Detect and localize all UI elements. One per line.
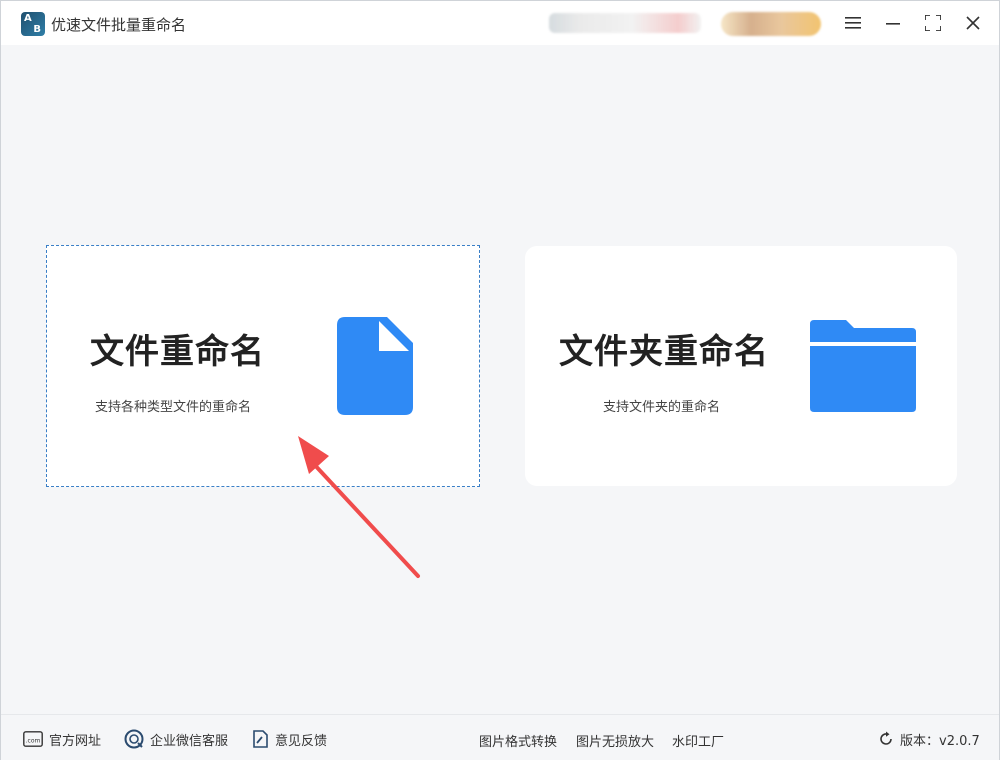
folder-rename-desc: 支持文件夹的重命名	[603, 400, 721, 415]
wechat-service-label: 企业微信客服	[150, 733, 229, 749]
website-icon: .com	[23, 731, 43, 747]
file-icon	[337, 317, 413, 415]
svg-text:.com: .com	[26, 738, 41, 745]
file-rename-desc: 支持各种类型文件的重命名	[95, 400, 252, 415]
logo-letter-b: B	[33, 24, 41, 35]
version-label: 版本：v2.0.7	[900, 733, 980, 749]
feedback-icon	[251, 730, 269, 748]
footer-link-watermark[interactable]: 水印工厂	[672, 731, 724, 750]
official-website-link[interactable]: .com 官方网址	[23, 729, 101, 749]
folder-icon	[810, 320, 916, 412]
app-logo-icon: A B	[21, 12, 45, 36]
footer-bar: .com 官方网址 企业微信客服 意见反馈 图片格式转换 图片无损放大 水印工厂…	[1, 714, 999, 760]
file-rename-title: 文件重命名	[90, 332, 265, 372]
user-account-area[interactable]	[549, 13, 701, 33]
folder-rename-card[interactable]: 文件夹重命名 支持文件夹的重命名	[525, 246, 957, 486]
refresh-icon	[878, 731, 894, 747]
app-window: A B 优速文件批量重命名 文件重命名 支持各种类型文件的重命名 文件夹重命名 …	[0, 0, 1000, 760]
menu-button[interactable]	[839, 9, 867, 37]
footer-link-image-upscale[interactable]: 图片无损放大	[576, 731, 654, 750]
close-button[interactable]	[959, 9, 987, 37]
minimize-icon	[886, 23, 900, 25]
footer-link-image-format[interactable]: 图片格式转换	[479, 731, 557, 750]
app-title: 优速文件批量重命名	[51, 16, 187, 34]
vip-badge[interactable]	[721, 12, 821, 36]
maximize-icon	[925, 15, 941, 31]
wechat-service-icon	[124, 729, 144, 749]
official-website-label: 官方网址	[49, 733, 102, 749]
folder-rename-title: 文件夹重命名	[559, 332, 769, 372]
minimize-button[interactable]	[879, 9, 907, 37]
wechat-service-link[interactable]: 企业微信客服	[124, 729, 228, 749]
annotation-arrow	[298, 436, 420, 578]
version-info[interactable]: 版本：v2.0.7	[878, 729, 980, 749]
feedback-link[interactable]: 意见反馈	[251, 729, 327, 749]
close-icon	[966, 16, 980, 30]
hamburger-menu-icon	[845, 17, 861, 29]
title-bar: A B 优速文件批量重命名	[1, 1, 999, 45]
feedback-label: 意见反馈	[275, 733, 328, 749]
maximize-button[interactable]	[919, 9, 947, 37]
logo-letter-a: A	[24, 13, 32, 24]
